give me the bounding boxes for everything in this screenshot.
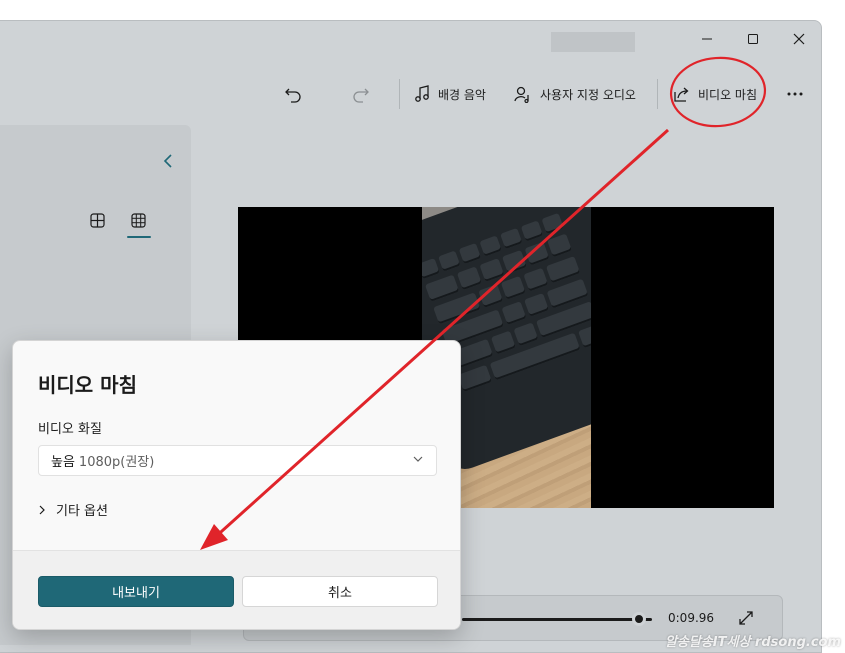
custom-audio-label: 사용자 지정 오디오: [540, 87, 636, 102]
chevron-right-icon: [39, 505, 45, 514]
more-options-button[interactable]: [786, 79, 804, 109]
custom-audio-button[interactable]: 사용자 지정 오디오: [514, 79, 636, 109]
export-button[interactable]: 내보내기: [38, 576, 234, 607]
toolbar-separator: [657, 79, 658, 109]
more-options-expander[interactable]: 기타 옵션: [38, 500, 108, 519]
finish-video-button[interactable]: 비디오 마침: [673, 79, 757, 109]
seek-track[interactable]: [462, 618, 652, 621]
background-music-label: 배경 음악: [438, 87, 486, 102]
close-icon: [793, 33, 805, 45]
close-button[interactable]: [776, 25, 821, 53]
grid-selected-indicator: [127, 236, 151, 238]
finish-video-dialog: 비디오 마침 비디오 화질 높음 1080p(권장) 기타 옵션 내보내기 취소: [12, 340, 461, 630]
quality-value: 높음: [51, 455, 75, 470]
grid-large-icon[interactable]: [90, 213, 105, 228]
seek-thumb[interactable]: [631, 612, 646, 626]
quality-detail: 1080p(권장): [78, 455, 155, 470]
share-export-icon: [674, 87, 689, 102]
fullscreen-icon[interactable]: [738, 610, 754, 626]
video-quality-label: 비디오 화질: [38, 422, 102, 437]
chevron-down-icon: [413, 456, 423, 462]
person-audio-icon: [514, 86, 529, 103]
undo-icon: [285, 88, 301, 103]
finish-video-label: 비디오 마침: [698, 87, 758, 102]
window-title-redacted: [551, 32, 635, 52]
minimize-button[interactable]: [684, 25, 730, 53]
grid-small-icon[interactable]: [131, 213, 146, 228]
video-quality-select[interactable]: 높음 1080p(권장): [38, 445, 437, 476]
more-options-label: 기타 옵션: [56, 504, 108, 519]
cancel-button[interactable]: 취소: [242, 576, 438, 607]
dialog-footer: 내보내기 취소: [13, 550, 460, 629]
minimize-icon: [702, 38, 712, 40]
music-note-icon: [415, 85, 429, 102]
ellipsis-icon: [787, 92, 803, 96]
undo-button[interactable]: [284, 79, 302, 109]
toolbar-separator: [399, 79, 400, 109]
maximize-button[interactable]: [730, 25, 776, 53]
dialog-title: 비디오 마침: [38, 373, 137, 397]
redo-button[interactable]: [352, 79, 370, 109]
current-time: 0:09.96: [668, 611, 715, 625]
watermark: 알송달송IT세상 rdsong.com: [664, 635, 841, 650]
collapse-panel-icon[interactable]: [163, 154, 173, 168]
background-music-button[interactable]: 배경 음악: [414, 79, 486, 109]
maximize-icon: [748, 34, 758, 44]
redo-icon: [353, 88, 369, 103]
